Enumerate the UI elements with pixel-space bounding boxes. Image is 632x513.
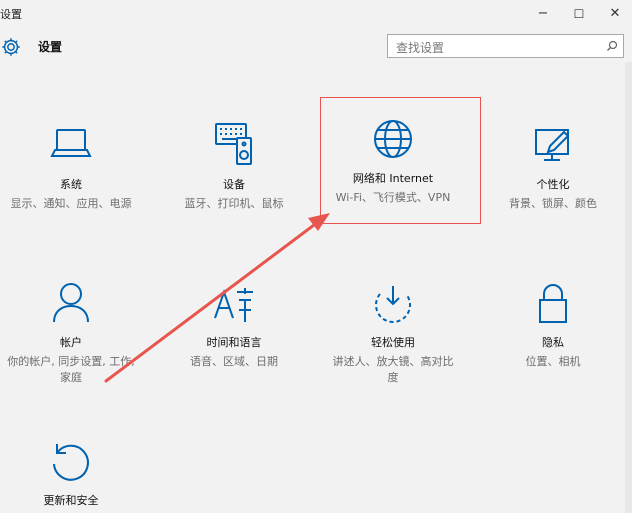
- search-placeholder: 查找设置: [396, 41, 445, 55]
- tile-description: 显示、通知、应用、电源: [10, 197, 132, 210]
- tile-personalization[interactable]: 个性化 背景、锁屏、颜色: [488, 122, 618, 212]
- tile-description: 讲述人、放大镜、高对比度: [332, 355, 454, 384]
- tile-privacy[interactable]: 隐私 位置、相机: [488, 280, 618, 370]
- tile-description: 你的帐户, 同步设置, 工作, 家庭: [7, 355, 135, 384]
- tile-name: 时间和语言: [206, 336, 262, 349]
- tile-description: 背景、锁屏、颜色: [509, 197, 597, 210]
- tile-ease-of-access[interactable]: 轻松使用 讲述人、放大镜、高对比度: [328, 280, 458, 386]
- tile-description: 语音、区域、日期: [190, 355, 278, 368]
- refresh-icon: [53, 444, 89, 481]
- laptop-icon: [50, 129, 92, 157]
- tile-description: 蓝牙、打印机、鼠标: [184, 197, 284, 210]
- tile-name: 帐户: [60, 336, 82, 349]
- tile-update-security[interactable]: 更新和安全: [6, 438, 136, 512]
- search-input[interactable]: 查找设置: [387, 34, 624, 58]
- tile-accounts[interactable]: 帐户 你的帐户, 同步设置, 工作, 家庭: [6, 280, 136, 386]
- window-title: 设置: [0, 8, 22, 21]
- search-icon[interactable]: [606, 40, 618, 52]
- gear-icon: [2, 38, 20, 56]
- minimize-button[interactable]: −: [531, 4, 555, 24]
- title-bar: 设置 − ☐ ✕: [0, 0, 632, 28]
- tile-name: 隐私: [542, 336, 564, 349]
- highlight-box: [320, 97, 481, 224]
- tile-name: 更新和安全: [43, 494, 99, 507]
- maximize-button[interactable]: ☐: [567, 4, 591, 24]
- paint-display-icon: [535, 129, 570, 161]
- ease-of-access-icon: [375, 286, 411, 323]
- language-icon: [214, 288, 253, 322]
- tile-devices[interactable]: 设备 蓝牙、打印机、鼠标: [169, 122, 299, 212]
- tile-description: 位置、相机: [525, 355, 581, 368]
- tile-name: 系统: [60, 178, 82, 191]
- close-button[interactable]: ✕: [603, 4, 627, 24]
- tile-system[interactable]: 系统 显示、通知、应用、电源: [6, 122, 136, 212]
- tile-name: 个性化: [536, 178, 570, 191]
- person-icon: [53, 283, 89, 323]
- tile-name: 轻松使用: [371, 336, 415, 349]
- lock-icon: [539, 284, 567, 323]
- keyboard-speaker-icon: [215, 123, 252, 165]
- annotation-arrow: [104, 213, 330, 383]
- scrollbar[interactable]: [625, 62, 632, 513]
- tile-time-language[interactable]: 时间和语言 语音、区域、日期: [169, 280, 299, 370]
- page-title: 设置: [38, 40, 63, 54]
- tile-name: 设备: [223, 178, 245, 191]
